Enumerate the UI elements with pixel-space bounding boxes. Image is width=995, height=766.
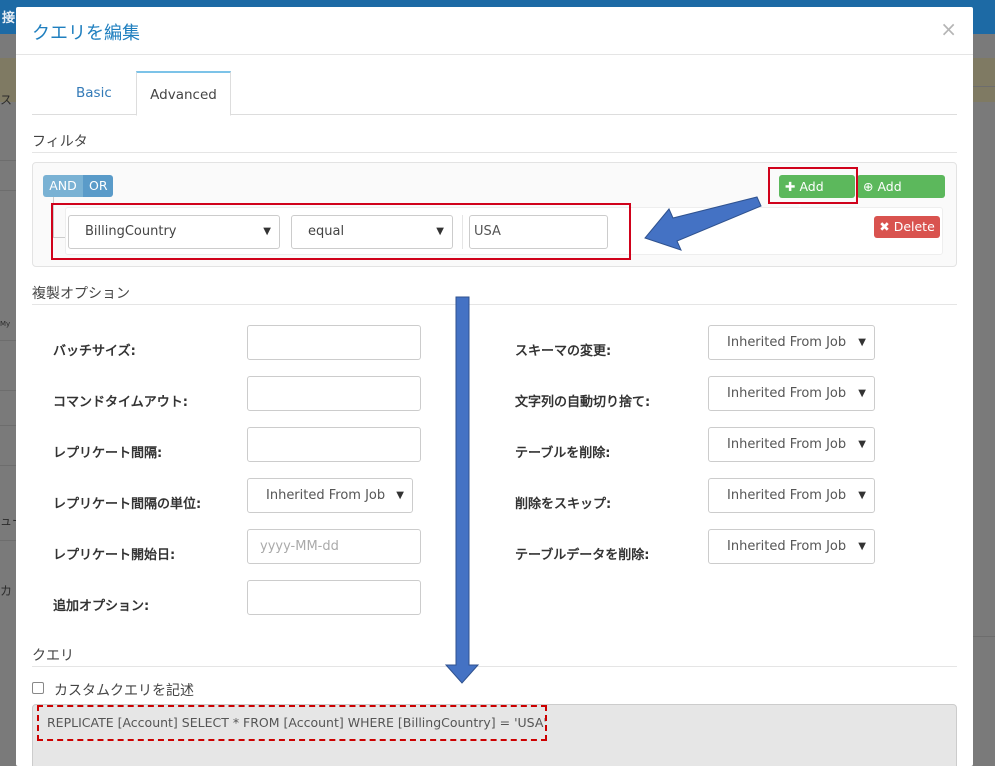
background-divider: [973, 636, 995, 637]
background-divider: [973, 86, 995, 87]
background-divider: [0, 190, 16, 191]
background-fragment: カ: [0, 584, 13, 598]
background-fragment: My: [0, 320, 11, 328]
background-topbar-text: 接: [2, 11, 16, 26]
background-divider: [0, 540, 16, 541]
background-divider: [0, 390, 16, 391]
background-divider: [0, 340, 16, 341]
annotation-arrows: [444, 196, 762, 684]
annotation-arrow-diagonal: [644, 196, 762, 251]
background-divider: [0, 425, 16, 426]
annotation-arrow-down: [444, 296, 480, 684]
edit-query-modal: クエリを編集 × Basic Advanced フィルタ AND OR ✚ Ad…: [16, 7, 973, 766]
background-fragment: ス: [0, 93, 13, 107]
background-divider: [0, 160, 16, 161]
background-divider: [0, 465, 16, 466]
